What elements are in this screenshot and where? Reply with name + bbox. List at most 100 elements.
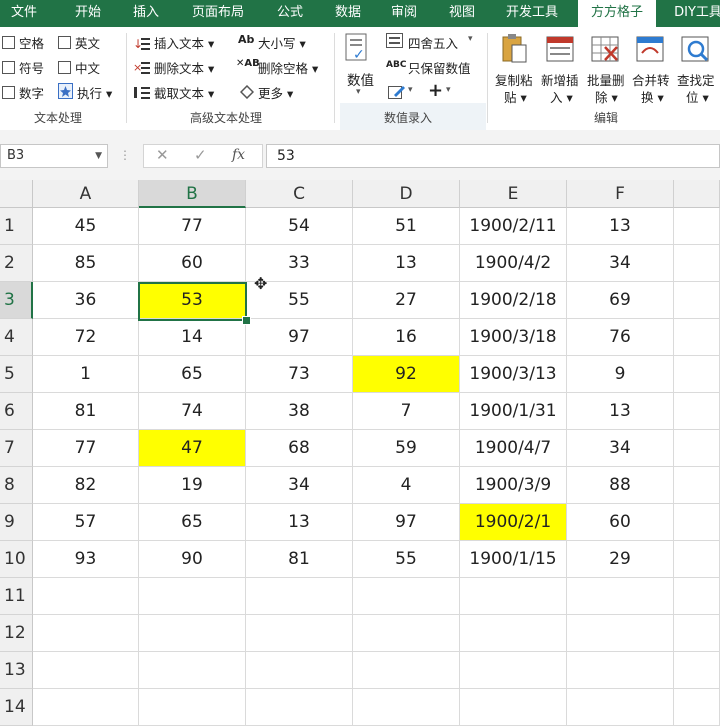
checkbox-english[interactable] [58, 36, 71, 49]
cell-d11[interactable] [353, 578, 460, 615]
cut-text-button[interactable]: 截取文本 ▾ [154, 83, 214, 102]
name-box-dropdown-icon[interactable]: ▼ [95, 145, 102, 167]
row-header[interactable]: 11 [0, 578, 33, 615]
row-header[interactable]: 10 [0, 541, 33, 578]
cell-c1[interactable]: 54 [246, 208, 353, 245]
cell-b9[interactable]: 65 [139, 504, 246, 541]
cell-e10[interactable]: 1900/1/15 [460, 541, 567, 578]
cell-b7[interactable]: 47 [139, 430, 246, 467]
add-icon[interactable]: + [428, 80, 443, 101]
row-header[interactable]: 12 [0, 615, 33, 652]
cell-e7[interactable]: 1900/4/7 [460, 430, 567, 467]
cell-f11[interactable] [567, 578, 674, 615]
cell-c13[interactable] [246, 652, 353, 689]
checkbox-number[interactable] [2, 86, 15, 99]
tab-view[interactable]: 视图 [440, 0, 484, 27]
cell-a2[interactable]: 85 [33, 245, 139, 282]
cell-g6[interactable] [674, 393, 720, 430]
cell-b8[interactable]: 19 [139, 467, 246, 504]
tab-file[interactable]: 文件 [0, 0, 48, 27]
tab-diy-tools[interactable]: DIY工具 [668, 0, 720, 27]
batch-delete-button-line2[interactable]: 除 ▾ [595, 87, 618, 106]
cell-c12[interactable] [246, 615, 353, 652]
cell-g7[interactable] [674, 430, 720, 467]
select-all-corner[interactable] [0, 180, 33, 208]
row-header[interactable]: 1 [0, 208, 33, 245]
cell-d1[interactable]: 51 [353, 208, 460, 245]
cell-d8[interactable]: 4 [353, 467, 460, 504]
delete-space-button[interactable]: 删除空格 ▾ [258, 58, 318, 77]
cell-a11[interactable] [33, 578, 139, 615]
column-header-d[interactable]: D [353, 180, 460, 208]
cell-d6[interactable]: 7 [353, 393, 460, 430]
cell-c5[interactable]: 73 [246, 356, 353, 393]
cell-a1[interactable]: 45 [33, 208, 139, 245]
tab-data[interactable]: 数据 [326, 0, 370, 27]
cell-g11[interactable] [674, 578, 720, 615]
cell-b4[interactable]: 14 [139, 319, 246, 356]
cell-b3[interactable]: 53 [139, 282, 246, 319]
cell-a8[interactable]: 82 [33, 467, 139, 504]
edit-value-dropdown-icon[interactable]: ▾ [408, 85, 413, 95]
cell-a4[interactable]: 72 [33, 319, 139, 356]
value-button[interactable]: 数值 [347, 69, 374, 89]
cell-a5[interactable]: 1 [33, 356, 139, 393]
cell-d12[interactable] [353, 615, 460, 652]
cell-e2[interactable]: 1900/4/2 [460, 245, 567, 282]
cell-f14[interactable] [567, 689, 674, 726]
row-header[interactable]: 9 [0, 504, 33, 541]
value-dropdown-icon[interactable]: ▾ [356, 87, 361, 97]
cell-e9[interactable]: 1900/2/1 [460, 504, 567, 541]
cell-d7[interactable]: 59 [353, 430, 460, 467]
cell-b13[interactable] [139, 652, 246, 689]
tab-insert[interactable]: 插入 [124, 0, 168, 27]
confirm-icon[interactable]: ✓ [194, 146, 207, 164]
tab-fangfanggezi[interactable]: 方方格子 [578, 0, 656, 27]
cell-e8[interactable]: 1900/3/9 [460, 467, 567, 504]
cell-f2[interactable]: 34 [567, 245, 674, 282]
cell-g8[interactable] [674, 467, 720, 504]
cell-c6[interactable]: 38 [246, 393, 353, 430]
cell-g9[interactable] [674, 504, 720, 541]
formula-input[interactable]: 53 [266, 144, 720, 168]
row-header[interactable]: 3 [0, 282, 33, 319]
cell-c11[interactable] [246, 578, 353, 615]
cell-e14[interactable] [460, 689, 567, 726]
add-dropdown-icon[interactable]: ▾ [446, 85, 451, 95]
round-button[interactable]: 四舍五入 [408, 33, 458, 52]
cell-e13[interactable] [460, 652, 567, 689]
column-header-c[interactable]: C [246, 180, 353, 208]
cell-f9[interactable]: 60 [567, 504, 674, 541]
row-header[interactable]: 5 [0, 356, 33, 393]
cell-d2[interactable]: 13 [353, 245, 460, 282]
more-button[interactable]: 更多 ▾ [258, 83, 293, 102]
cell-c8[interactable]: 34 [246, 467, 353, 504]
find-locate-button-line2[interactable]: 位 ▾ [686, 87, 709, 106]
execute-button[interactable]: 执行 ▾ [77, 83, 112, 102]
row-header[interactable]: 14 [0, 689, 33, 726]
cell-b14[interactable] [139, 689, 246, 726]
tab-page-layout[interactable]: 页面布局 [184, 0, 252, 27]
fill-handle[interactable] [242, 316, 251, 325]
cell-b2[interactable]: 60 [139, 245, 246, 282]
case-button[interactable]: 大小写 ▾ [258, 33, 306, 52]
delete-text-button[interactable]: 删除文本 ▾ [154, 58, 214, 77]
cell-d5[interactable]: 92 [353, 356, 460, 393]
insert-function-icon[interactable]: fx [232, 147, 245, 163]
cell-g5[interactable] [674, 356, 720, 393]
cell-b5[interactable]: 65 [139, 356, 246, 393]
cell-g12[interactable] [674, 615, 720, 652]
row-header[interactable]: 4 [0, 319, 33, 356]
row-header[interactable]: 13 [0, 652, 33, 689]
cell-d3[interactable]: 27 [353, 282, 460, 319]
cell-g10[interactable] [674, 541, 720, 578]
cell-g2[interactable] [674, 245, 720, 282]
checkbox-chinese[interactable] [58, 61, 71, 74]
tab-home[interactable]: 开始 [66, 0, 110, 27]
cell-b10[interactable]: 90 [139, 541, 246, 578]
row-header[interactable]: 8 [0, 467, 33, 504]
column-header-b[interactable]: B [139, 180, 246, 208]
cell-a10[interactable]: 93 [33, 541, 139, 578]
cell-f10[interactable]: 29 [567, 541, 674, 578]
cell-f12[interactable] [567, 615, 674, 652]
